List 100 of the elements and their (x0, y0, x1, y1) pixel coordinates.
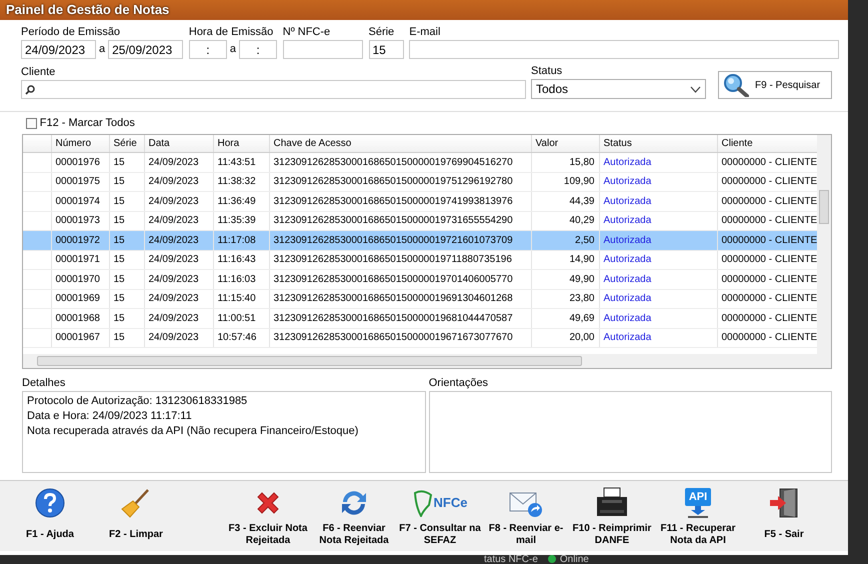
column-header[interactable]: Data (144, 134, 213, 152)
table-cell: Autorizada (599, 250, 717, 270)
table-cell: 23,80 (531, 289, 599, 308)
toolbar-button[interactable]: NFCe F7 - Consultar na SEFAZ (397, 484, 483, 550)
table-cell: 00001974 (51, 192, 109, 211)
toolbar-button[interactable]: F2 - Limpar (93, 484, 179, 550)
table-cell: 11:16:43 (213, 250, 269, 270)
table-cell: Autorizada (599, 270, 717, 289)
table-cell: 24/09/2023 (144, 308, 213, 328)
column-header[interactable]: Status (599, 134, 717, 152)
table-cell: 00001971 (51, 250, 109, 270)
column-header[interactable]: Hora (213, 134, 269, 152)
table-cell: 15 (109, 172, 144, 192)
checkbox[interactable] (26, 118, 37, 129)
toolbar-button[interactable]: F5 - Sair (741, 484, 827, 550)
table-row[interactable]: 00001972 15 24/09/2023 11:17:08 3123091262853000168650150000019721601073709 2,50 Autorizada 00000000 - CLIENTE (23, 230, 819, 250)
search-field[interactable] (21, 80, 526, 99)
table-cell: 11:16:03 (213, 270, 269, 289)
table-row[interactable]: 00001974 15 24/09/2023 11:36:49 3123091262853000168650150000019741993813976 44,39 Autorizada 00000000 - CLIENTE (23, 192, 819, 211)
toolbar-button[interactable]: F3 - Excluir Nota Rejeitada (225, 484, 311, 550)
toolbar-button[interactable]: F10 - Reimprimir DANFE (569, 484, 655, 550)
table-cell: 11:17:08 (213, 230, 269, 250)
table-cell: 11:00:51 (213, 308, 269, 328)
table-cell: 109,90 (531, 172, 599, 192)
status-text: Online (560, 555, 589, 564)
field-label: Período de Emissão (21, 26, 122, 39)
input-field[interactable] (409, 40, 840, 59)
input-field[interactable] (282, 40, 363, 59)
toolbar-button[interactable]: API F11 - Recuperar Nota da API (655, 484, 741, 550)
field-label: Cliente (21, 66, 56, 79)
range-separator: a (98, 42, 106, 58)
section-label: Orientações (428, 376, 490, 390)
checkbox-label: F12 - Marcar Todos (40, 116, 135, 131)
field-label: E-mail (409, 26, 442, 39)
table-cell: 3123091262853000168650150000019671673077670 (269, 328, 531, 348)
status-dot (548, 555, 556, 563)
table-cell: 15 (109, 192, 144, 211)
table-cell: 44,39 (531, 192, 599, 211)
column-header[interactable]: Chave de Acesso (269, 134, 531, 152)
column-header[interactable]: Valor (531, 134, 599, 152)
table-cell: 00001975 (51, 172, 109, 192)
table-row[interactable]: 00001969 15 24/09/2023 11:15:40 3123091262853000168650150000019691304601268 23,80 Autorizada 00000000 - CLIENTE (23, 289, 819, 308)
table-row[interactable]: 00001967 15 24/09/2023 10:57:46 3123091262853000168650150000019671673077670 20,00 Autorizada 00000000 - CLIENTE (23, 328, 819, 348)
input-field[interactable]: : (239, 40, 277, 59)
table-cell: 2,50 (531, 230, 599, 250)
input-field[interactable]: 25/09/2023 (108, 40, 184, 59)
table-cell: Autorizada (599, 230, 717, 250)
help-icon (35, 488, 65, 518)
details-line: Data e Hora: 24/09/2023 11:17:11 (27, 408, 193, 424)
table-cell: 3123091262853000168650150000019741993813976 (269, 192, 531, 211)
table-cell: Autorizada (599, 308, 717, 328)
toolbar-button[interactable]: F8 - Reenviar e-mail (483, 484, 569, 550)
table-cell: Autorizada (599, 192, 717, 211)
table-cell: Autorizada (599, 289, 717, 308)
table-cell: 3123091262853000168650150000019751296192780 (269, 172, 531, 192)
table-cell: 11:43:51 (213, 152, 269, 172)
table-cell: 24/09/2023 (144, 230, 213, 250)
table-cell: 11:15:40 (213, 289, 269, 308)
input-field[interactable]: : (188, 40, 227, 59)
table-cell: 00001967 (51, 328, 109, 348)
column-header[interactable]: Número (51, 134, 109, 152)
table-cell: 20,00 (531, 328, 599, 348)
search-icon (25, 84, 35, 94)
table-cell: 11:36:49 (213, 192, 269, 211)
status-dropdown[interactable]: Todos (531, 79, 706, 99)
table-cell: 24/09/2023 (144, 172, 213, 192)
table-row[interactable]: 00001970 15 24/09/2023 11:16:03 3123091262853000168650150000019701406005770 49,90 Autorizada 00000000 - CLIENTE (23, 270, 819, 289)
table-cell: 15 (109, 270, 144, 289)
table-cell: Autorizada (599, 172, 717, 192)
toolbar-button[interactable]: F6 - Reenviar Nota Rejeitada (311, 484, 397, 550)
horizontal-scrollbar[interactable] (23, 354, 831, 368)
table-cell: 00001972 (51, 230, 109, 250)
table-cell: 00000000 - CLIENTE (717, 230, 819, 250)
table-cell: 24/09/2023 (144, 152, 213, 172)
field-label: Status (531, 65, 564, 78)
range-separator: a (228, 42, 237, 58)
chevron-icon (690, 86, 701, 92)
details-line: Protocolo de Autorização: 131230618331985 (27, 394, 248, 408)
input-field[interactable]: 15 (368, 40, 404, 59)
table-cell: 15 (109, 289, 144, 308)
column-header[interactable]: Cliente (717, 134, 819, 152)
table-cell: 24/09/2023 (144, 270, 213, 289)
table-cell: 10:57:46 (213, 328, 269, 348)
column-header[interactable]: Série (109, 134, 144, 152)
table-cell: 3123091262853000168650150000019701406005770 (269, 270, 531, 289)
field-label: Hora de Emissão (188, 26, 274, 39)
table-cell: 24/09/2023 (144, 328, 213, 348)
table-row[interactable]: 00001976 15 24/09/2023 11:43:51 3123091262853000168650150000019769904516270 15,80 Autorizada 00000000 - CLIENTE (23, 152, 819, 172)
table-cell: 3123091262853000168650150000019681044470587 (269, 308, 531, 328)
table-cell: 00001970 (51, 270, 109, 289)
table-cell: 00001976 (51, 152, 109, 172)
vertical-scrollbar[interactable] (817, 134, 831, 354)
table-row[interactable]: 00001968 15 24/09/2023 11:00:51 3123091262853000168650150000019681044470587 49,69 Autorizada 00000000 - CLIENTE (23, 308, 819, 328)
table-cell: 3123091262853000168650150000019691304601268 (269, 289, 531, 308)
search-button[interactable]: F9 - Pesquisar (718, 71, 832, 99)
input-field[interactable]: 24/09/2023 (21, 40, 96, 59)
table-row[interactable]: 00001971 15 24/09/2023 11:16:43 3123091262853000168650150000019711880735196 14,90 Autorizada 00000000 - CLIENTE (23, 250, 819, 270)
toolbar-button[interactable]: F1 - Ajuda (7, 484, 93, 550)
table-row[interactable]: 00001975 15 24/09/2023 11:38:32 3123091262853000168650150000019751296192780 109,90 Autorizada 00000000 - CLIENTE (23, 172, 819, 192)
table-cell: 14,90 (531, 250, 599, 270)
